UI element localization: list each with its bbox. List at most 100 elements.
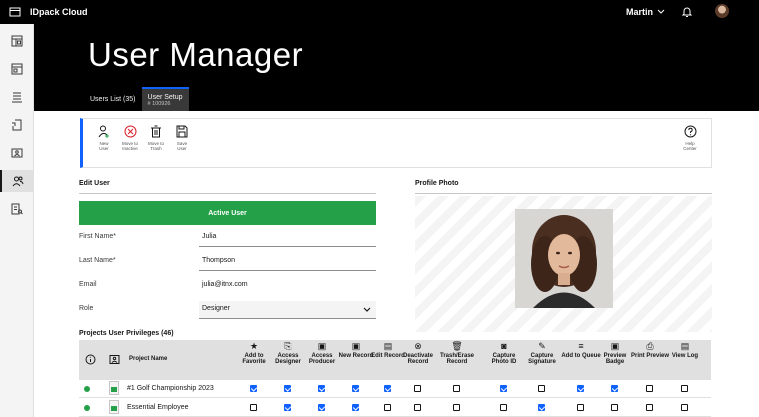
first-name-label: First Name* [79, 233, 116, 240]
active-user-status-button[interactable]: Active User [79, 201, 376, 225]
save-user-button[interactable]: Save User [169, 125, 195, 151]
privilege-checkbox[interactable] [646, 404, 653, 411]
app-name: IDpack Cloud [30, 7, 88, 17]
trash-icon [151, 125, 161, 138]
privilege-checkbox[interactable] [250, 385, 257, 392]
user-name: Martin [626, 7, 653, 17]
trash-icon: 🗑 [451, 341, 463, 351]
privilege-checkbox[interactable] [318, 404, 325, 411]
privilege-column-label: Access Designer [275, 352, 301, 366]
privilege-checkbox[interactable] [611, 404, 618, 411]
save-user-label: Save User [176, 141, 188, 152]
tab-users-list[interactable]: Users List (35) [84, 87, 142, 111]
view-log-icon: ▤ [680, 341, 690, 351]
privilege-checkbox[interactable] [681, 404, 688, 411]
new-user-button[interactable]: New User [91, 125, 117, 151]
privilege-checkbox[interactable] [414, 404, 421, 411]
move-inactive-label: Move to Inactive [121, 141, 138, 152]
privilege-column-label: Trash/Erase Record [439, 352, 475, 366]
privilege-checkbox[interactable] [352, 404, 359, 411]
app-switcher-icon[interactable] [0, 6, 30, 18]
privileges-heading: Projects User Privileges (46) [79, 330, 174, 337]
profile-photo-heading: Profile Photo [415, 180, 712, 194]
move-to-trash-button[interactable]: Move to Trash [143, 125, 169, 151]
main-content: New User Move to Inactive Move to Trash … [34, 111, 759, 417]
page-header: User Manager Users List (35) User Setup … [34, 24, 759, 111]
privilege-column-label: Add to Favorite [242, 352, 266, 366]
templates-icon[interactable] [0, 58, 34, 80]
info-icon[interactable] [85, 354, 96, 365]
privilege-checkbox[interactable] [384, 385, 391, 392]
privilege-column-label: Preview Badge [603, 352, 627, 366]
privilege-column-header[interactable]: ⎙ Print Preview [630, 341, 670, 359]
active-status-dot [84, 405, 90, 411]
import-icon[interactable] [0, 114, 34, 136]
table-row[interactable]: #1 Golf Championship 2023 [79, 380, 711, 398]
role-label: Role [79, 305, 94, 312]
save-icon [176, 125, 188, 138]
email-label: Email [79, 281, 97, 288]
project-template-icon [109, 400, 119, 414]
last-name-input[interactable]: Thompson [199, 253, 376, 271]
privilege-checkbox[interactable] [611, 385, 618, 392]
tab-user-setup[interactable]: User Setup # 100926 [141, 87, 189, 111]
reports-icon[interactable] [0, 198, 34, 220]
notifications-bell-icon[interactable] [681, 5, 693, 23]
privilege-checkbox[interactable] [284, 385, 291, 392]
new-user-label: New User [99, 141, 109, 152]
deactivate-icon [124, 125, 136, 138]
last-name-row: Last Name* Thompson [79, 253, 376, 271]
privilege-checkbox[interactable] [646, 385, 653, 392]
privilege-checkbox[interactable] [500, 385, 507, 392]
role-select[interactable]: Designer [199, 301, 376, 319]
privilege-checkbox[interactable] [453, 404, 460, 411]
privilege-checkbox[interactable] [414, 385, 421, 392]
privilege-checkbox[interactable] [453, 385, 460, 392]
active-status-dot [84, 386, 90, 392]
privilege-checkbox[interactable] [681, 385, 688, 392]
help-center-button[interactable]: Help Center [677, 125, 703, 151]
dashboard-icon[interactable] [0, 30, 34, 52]
privilege-checkbox[interactable] [318, 385, 325, 392]
project-name: Essential Employee [127, 404, 189, 411]
privilege-column-label: Print Preview [630, 352, 669, 359]
privilege-column-header[interactable]: ✎ Capture Signature [522, 341, 562, 366]
first-name-row: First Name* Julia [79, 229, 376, 247]
privilege-column-header[interactable]: 🗑 Trash/Erase Record [437, 341, 477, 366]
privilege-checkbox[interactable] [538, 404, 545, 411]
table-row[interactable]: Essential Employee [79, 399, 711, 417]
privilege-column-header[interactable]: ⊗ Deactivate Record [398, 341, 438, 366]
top-bar: IDpack Cloud Martin [0, 0, 759, 24]
privilege-checkbox[interactable] [577, 404, 584, 411]
privilege-checkbox[interactable] [250, 404, 257, 411]
privilege-column-header[interactable]: ◙ Capture Photo ID [484, 341, 524, 366]
camera-icon: ◙ [501, 341, 507, 351]
role-row: Role Designer [79, 301, 376, 319]
privilege-column-header[interactable]: ▣ Preview Badge [595, 341, 635, 366]
help-icon [684, 125, 696, 138]
privilege-checkbox[interactable] [384, 404, 391, 411]
privilege-checkbox[interactable] [500, 404, 507, 411]
user-avatar[interactable] [715, 4, 729, 18]
tab-sublabel: # 100926 [147, 100, 171, 107]
users-icon[interactable] [0, 170, 34, 192]
project-template-icon [109, 381, 119, 395]
badge-icon[interactable] [0, 142, 34, 164]
privilege-checkbox[interactable] [577, 385, 584, 392]
chevron-down-icon [657, 9, 665, 14]
move-to-inactive-button[interactable]: Move to Inactive [117, 125, 143, 151]
privilege-checkbox[interactable] [538, 385, 545, 392]
help-center-label: Help Center [683, 141, 697, 152]
chevron-down-icon [363, 307, 371, 312]
privilege-column-header[interactable]: ▤ View Log [665, 341, 705, 359]
privilege-column-label: Deactivate Record [402, 352, 434, 366]
privilege-checkbox[interactable] [284, 404, 291, 411]
queue-icon[interactable] [0, 86, 34, 108]
email-row: Email julia@itnx.com [79, 277, 376, 295]
first-name-input[interactable]: Julia [199, 229, 376, 247]
project-name: #1 Golf Championship 2023 [127, 385, 214, 392]
privilege-checkbox[interactable] [352, 385, 359, 392]
profile-photo-area[interactable] [415, 196, 712, 332]
deactivate-icon: ⊗ [414, 341, 422, 351]
user-menu[interactable]: Martin [626, 0, 665, 24]
